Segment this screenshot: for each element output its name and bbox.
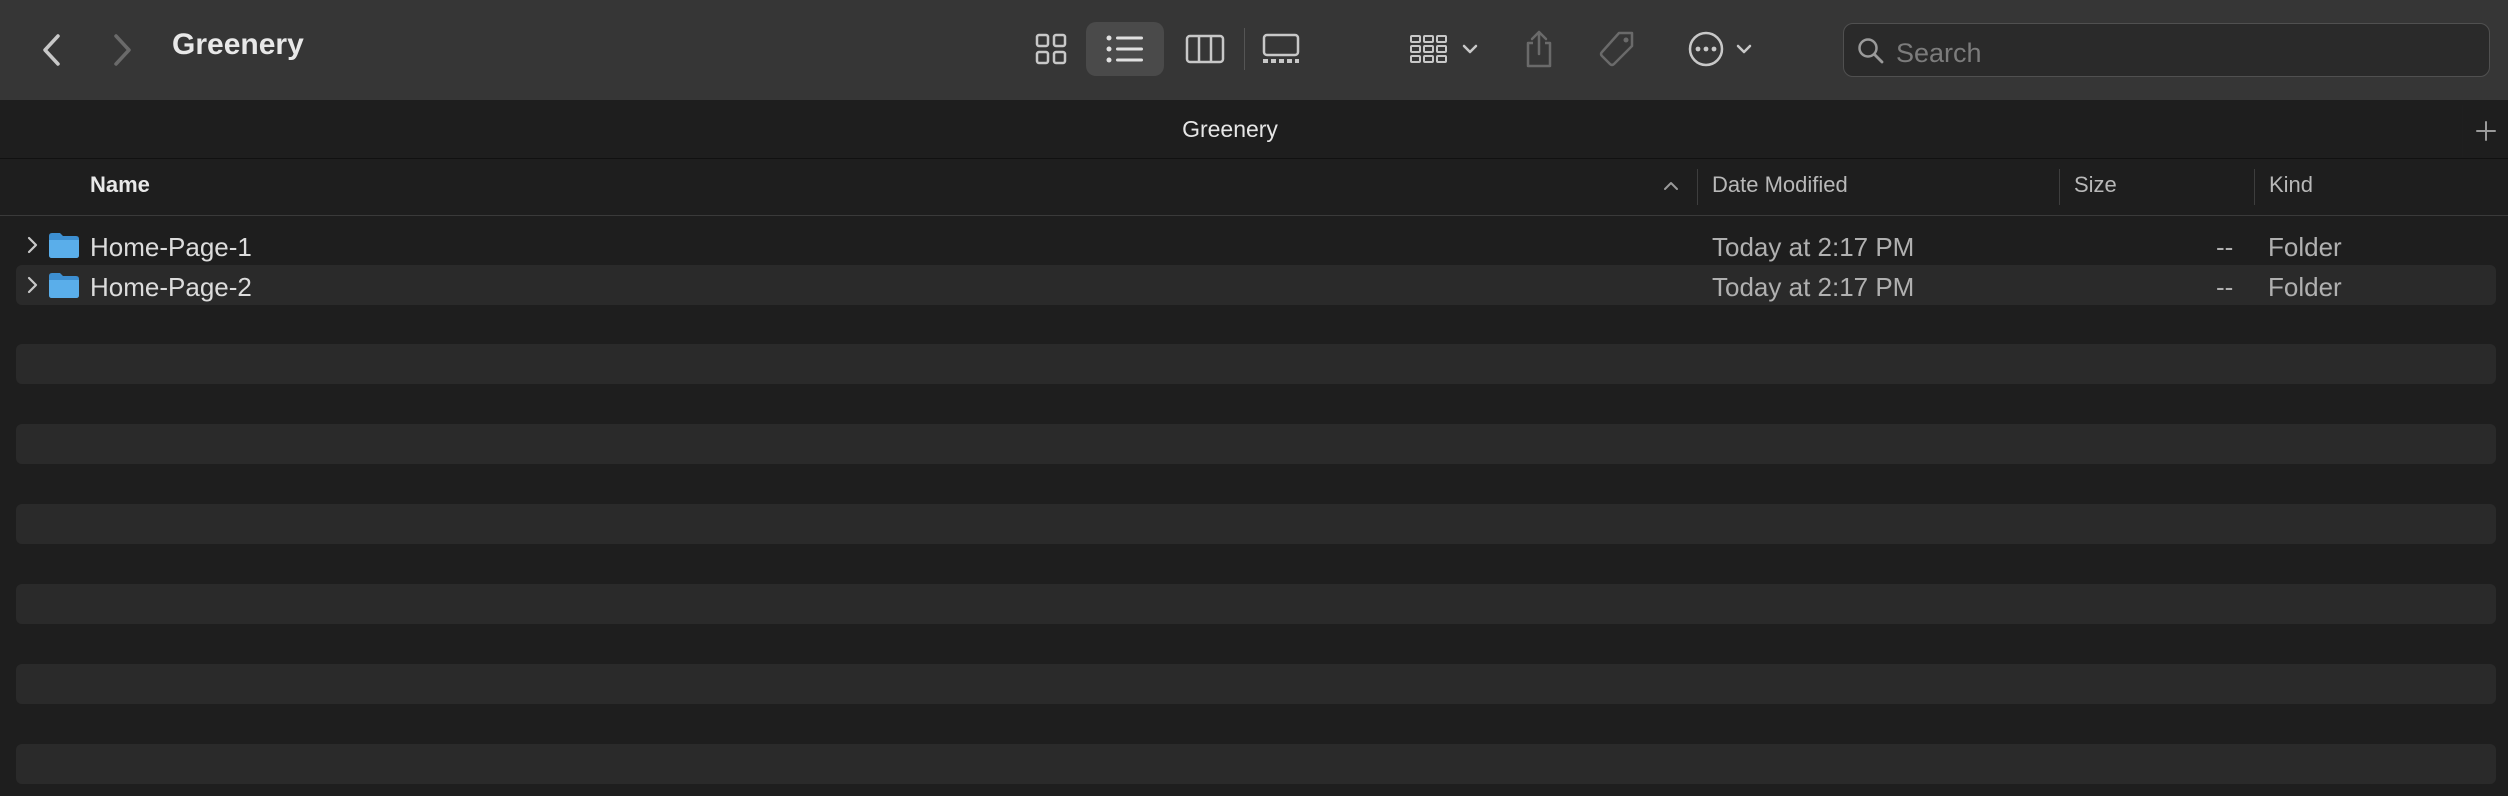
column-header-name[interactable]: Name — [90, 172, 150, 198]
folder-icon — [49, 273, 79, 298]
chevron-down-icon — [1462, 44, 1478, 54]
file-name: Home-Page-2 — [90, 272, 252, 302]
tab-greenery[interactable]: Greenery — [0, 116, 2460, 143]
window-title: Greenery — [172, 28, 304, 61]
list-view-icon — [1106, 35, 1143, 63]
icon-view-icon — [1035, 33, 1067, 65]
group-grid-icon — [1410, 35, 1447, 63]
empty-row-stripe — [16, 344, 2496, 384]
forward-button[interactable] — [102, 30, 142, 70]
column-separator[interactable] — [2059, 169, 2060, 205]
more-actions-button[interactable] — [1680, 26, 1760, 72]
column-header-kind[interactable]: Kind — [2269, 172, 2313, 198]
file-date-modified: Today at 2:17 PM — [1712, 272, 1915, 302]
search-placeholder: Search — [1896, 38, 1982, 68]
share-button[interactable] — [1518, 24, 1560, 74]
column-separator[interactable] — [2254, 169, 2255, 205]
search-icon — [1858, 38, 1884, 64]
column-header-bar: Name Date Modified Size Kind — [0, 158, 2508, 216]
new-tab-button[interactable] — [2462, 105, 2508, 157]
tag-icon — [1599, 31, 1634, 67]
gallery-view-icon — [1262, 33, 1300, 63]
tag-button[interactable] — [1594, 26, 1640, 72]
table-row[interactable]: Home-Page-1 Today at 2:17 PM -- Folder — [16, 225, 2496, 265]
column-header-size[interactable]: Size — [2074, 172, 2117, 198]
group-by-button[interactable] — [1404, 26, 1484, 72]
sort-ascending-icon — [1664, 182, 1678, 190]
column-separator[interactable] — [1697, 169, 1698, 205]
chevron-left-icon — [43, 34, 60, 66]
column-view-button[interactable] — [1180, 26, 1230, 72]
disclosure-triangle-icon[interactable] — [26, 235, 40, 255]
folder-icon — [49, 233, 79, 258]
table-row[interactable]: Home-Page-2 Today at 2:17 PM -- Folder — [16, 265, 2496, 305]
empty-row-stripe — [16, 584, 2496, 624]
file-name: Home-Page-1 — [90, 232, 252, 262]
file-date-modified: Today at 2:17 PM — [1712, 232, 1915, 262]
back-button[interactable] — [32, 30, 72, 70]
column-view-icon — [1185, 34, 1225, 64]
list-view-button[interactable] — [1086, 22, 1164, 76]
divider — [1244, 28, 1245, 70]
empty-row-stripe — [16, 664, 2496, 704]
file-size: -- — [2216, 272, 2234, 302]
file-kind: Folder — [2268, 232, 2342, 262]
chevron-right-icon — [114, 34, 131, 66]
empty-row-stripe — [16, 424, 2496, 464]
empty-row-stripe — [16, 504, 2496, 544]
file-size: -- — [2216, 232, 2234, 262]
search-field[interactable]: Search — [1843, 23, 2490, 77]
plus-icon — [2476, 121, 2496, 141]
disclosure-triangle-icon[interactable] — [26, 275, 40, 295]
file-kind: Folder — [2268, 272, 2342, 302]
column-header-date-modified[interactable]: Date Modified — [1712, 172, 1848, 198]
ellipsis-circle-icon — [1688, 31, 1724, 67]
gallery-view-button[interactable] — [1256, 26, 1306, 72]
icon-view-button[interactable] — [1028, 26, 1074, 72]
chevron-down-icon — [1736, 44, 1752, 54]
share-icon — [1526, 30, 1552, 68]
empty-row-stripe — [16, 744, 2496, 784]
